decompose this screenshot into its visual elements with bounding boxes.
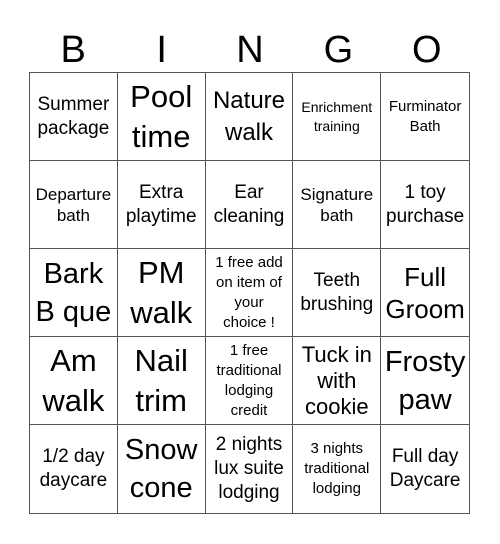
cell-text: 1 toy purchase: [386, 181, 465, 227]
bingo-cell[interactable]: Full day Daycare: [381, 425, 469, 513]
cell-text: 1 free add on item of your choice !: [215, 253, 283, 331]
bingo-cell[interactable]: Tuck in with cookie: [293, 337, 382, 425]
cell-text: 1/2 day daycare: [39, 446, 108, 491]
bingo-cell[interactable]: Am walk: [30, 337, 118, 425]
header-letter-g: G: [323, 29, 354, 71]
cell-text: 2 nights lux suite lodging: [214, 434, 284, 503]
cell-text: Ear cleaning: [213, 181, 285, 227]
bingo-cell[interactable]: Nail trim: [117, 337, 206, 425]
cell-text: Departure bath: [35, 184, 112, 225]
cell-text: Nature walk: [212, 86, 286, 146]
bingo-cell[interactable]: 1 free traditional lodging credit: [205, 337, 294, 425]
bingo-cell[interactable]: Departure bath: [30, 161, 118, 249]
header-letter-i: I: [156, 29, 167, 71]
cell-text: Full Groom: [385, 261, 465, 324]
bingo-cell[interactable]: Furminator Bath: [381, 73, 469, 161]
cell-text: Furminator Bath: [388, 97, 462, 135]
cell-text: Extra playtime: [125, 181, 197, 227]
bingo-cell[interactable]: 1 free add on item of your choice !: [205, 249, 294, 337]
bingo-cell[interactable]: 1 toy purchase: [381, 161, 469, 249]
cell-text: Summer package: [37, 93, 110, 139]
cell-text: 3 nights traditional lodging: [304, 440, 370, 497]
bingo-card-grid: Summer package Pool time Nature walk Enr…: [29, 72, 470, 514]
bingo-cell[interactable]: Nature walk: [205, 73, 294, 161]
cell-text: Snow cone: [124, 434, 198, 504]
header-letter-o: O: [412, 29, 442, 71]
bingo-cell[interactable]: Signature bath: [293, 161, 382, 249]
bingo-cell[interactable]: Summer package: [30, 73, 118, 161]
bingo-cell[interactable]: 1/2 day daycare: [30, 425, 118, 513]
cell-text: Signature bath: [300, 184, 374, 225]
cell-text: Teeth brushing: [300, 269, 374, 315]
bingo-cell[interactable]: Bark B que: [30, 249, 118, 337]
cell-text: 1 free traditional lodging credit: [216, 341, 282, 419]
cell-text: PM walk: [130, 254, 193, 330]
bingo-cell[interactable]: Snow cone: [118, 425, 206, 513]
cell-text: Frosty paw: [384, 345, 466, 416]
bingo-cell[interactable]: Frosty paw: [381, 337, 469, 425]
cell-text: Tuck in with cookie: [301, 341, 372, 419]
header-letter-n: N: [236, 29, 264, 71]
header-letter-b: B: [60, 29, 86, 71]
cell-text: Enrichment training: [301, 98, 373, 134]
bingo-cell[interactable]: PM walk: [117, 249, 206, 337]
bingo-header: B I N G O: [29, 28, 471, 72]
bingo-cell[interactable]: 2 nights lux suite lodging: [206, 425, 294, 513]
cell-text: Am walk: [42, 342, 105, 418]
cell-text: Pool time: [130, 78, 193, 154]
bingo-cell[interactable]: Enrichment training: [293, 73, 382, 161]
cell-text: Nail trim: [134, 342, 188, 418]
bingo-cell[interactable]: Full Groom: [381, 249, 469, 337]
bingo-cell[interactable]: Teeth brushing: [293, 249, 382, 337]
bingo-cell[interactable]: Pool time: [117, 73, 206, 161]
bingo-cell[interactable]: 3 nights traditional lodging: [293, 425, 382, 513]
bingo-cell[interactable]: Ear cleaning: [205, 161, 294, 249]
bingo-cell[interactable]: Extra playtime: [117, 161, 206, 249]
cell-text: Full day Daycare: [389, 446, 461, 491]
cell-text: Bark B que: [35, 257, 112, 328]
